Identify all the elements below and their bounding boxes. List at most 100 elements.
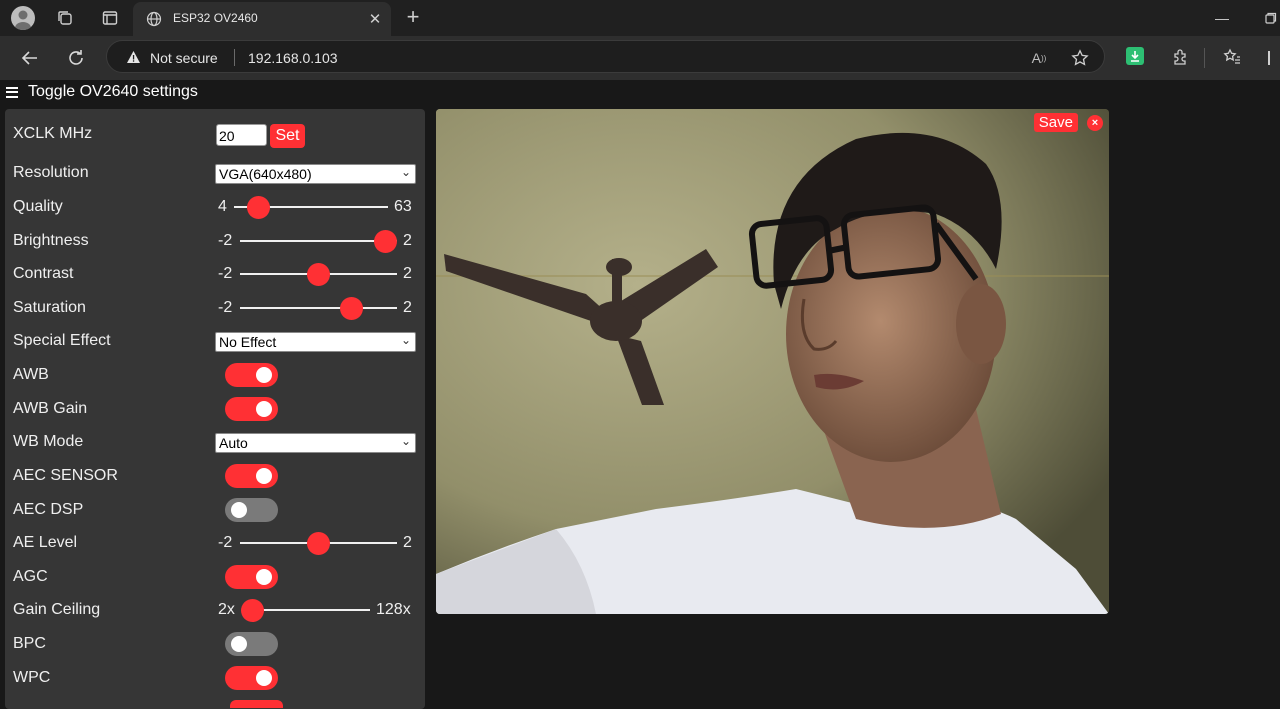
- awb-row: AWB: [5, 360, 425, 390]
- profile-avatar-icon[interactable]: [11, 6, 35, 30]
- wb-mode-row: WB Mode Auto ⌄: [5, 427, 425, 457]
- settings-panel: XCLK MHz 20 Set Resolution VGA(640x480) …: [5, 109, 425, 709]
- new-tab-icon[interactable]: +: [402, 4, 424, 29]
- gain-ceiling-min: 2x: [218, 601, 235, 618]
- read-aloud-icon[interactable]: A)): [1029, 48, 1049, 68]
- special-effect-label: Special Effect: [13, 332, 111, 349]
- url-text[interactable]: 192.168.0.103: [248, 50, 338, 66]
- active-tab[interactable]: ESP32 OV2460 ✕: [133, 2, 391, 36]
- warning-icon[interactable]: [125, 49, 141, 65]
- aec-dsp-row: AEC DSP: [5, 495, 425, 525]
- brightness-slider-thumb[interactable]: [374, 230, 397, 253]
- save-button[interactable]: Save: [1033, 113, 1078, 132]
- back-arrow-icon[interactable]: [18, 46, 42, 70]
- address-bar-row: Not secure 192.168.0.103 A)): [0, 36, 1280, 80]
- toolbar-divider: [1204, 48, 1205, 68]
- aec-sensor-toggle[interactable]: [225, 464, 278, 488]
- favorite-star-icon[interactable]: [1069, 47, 1091, 69]
- ae-level-label: AE Level: [13, 534, 78, 551]
- vertical-tabs-icon[interactable]: [100, 8, 120, 28]
- wpc-toggle[interactable]: [225, 666, 278, 690]
- toggle-knob: [231, 636, 247, 652]
- bpc-label: BPC: [13, 635, 46, 652]
- download-extension-icon[interactable]: [1126, 47, 1144, 65]
- ae-level-row: AE Level -2 2: [5, 528, 425, 558]
- contrast-slider-thumb[interactable]: [307, 263, 330, 286]
- quality-min: 4: [218, 198, 227, 215]
- settings-menu-toggle[interactable]: Toggle OV2640 settings: [6, 82, 198, 102]
- aec-dsp-toggle[interactable]: [225, 498, 278, 522]
- gain-ceiling-label: Gain Ceiling: [13, 601, 101, 618]
- awb-toggle[interactable]: [225, 363, 278, 387]
- gain-ceiling-track[interactable]: [246, 609, 370, 611]
- browser-tab-bar: ESP32 OV2460 ✕ + —: [0, 0, 1280, 36]
- brightness-max: 2: [403, 232, 412, 249]
- webcam-frame-illustration: [436, 109, 1109, 614]
- gain-ceiling-slider-thumb[interactable]: [241, 599, 264, 622]
- quality-label: Quality: [13, 198, 63, 215]
- close-tab-icon[interactable]: ✕: [367, 11, 383, 28]
- awb-label: AWB: [13, 366, 49, 383]
- resolution-row: Resolution VGA(640x480) ⌄: [5, 158, 425, 188]
- wb-mode-select[interactable]: Auto ⌄: [215, 433, 416, 453]
- xclk-row: XCLK MHz 20 Set: [5, 120, 425, 150]
- omnibox[interactable]: Not secure 192.168.0.103 A)): [106, 40, 1105, 73]
- special-effect-row: Special Effect No Effect ⌄: [5, 326, 425, 356]
- resolution-select[interactable]: VGA(640x480) ⌄: [215, 164, 416, 184]
- gain-ceiling-row: Gain Ceiling 2x 128x: [5, 595, 425, 625]
- toggle-knob: [256, 569, 272, 585]
- camera-web-page: Toggle OV2640 settings XCLK MHz 20 Set R…: [0, 80, 1280, 709]
- toggle-knob: [256, 468, 272, 484]
- chevron-down-icon: ⌄: [400, 333, 411, 347]
- agc-toggle[interactable]: [225, 565, 278, 589]
- saturation-min: -2: [218, 299, 233, 316]
- omnibox-divider: [234, 49, 235, 66]
- saturation-max: 2: [403, 299, 412, 316]
- ae-level-max: 2: [403, 534, 412, 551]
- saturation-track[interactable]: [240, 307, 397, 309]
- restore-icon[interactable]: [1262, 8, 1280, 28]
- toggle-knob: [256, 670, 272, 686]
- saturation-row: Saturation -2 2: [5, 293, 425, 323]
- aec-dsp-label: AEC DSP: [13, 501, 84, 518]
- wpc-label: WPC: [13, 669, 51, 686]
- chevron-down-icon: ⌄: [400, 434, 411, 448]
- wb-mode-selected: Auto: [219, 435, 248, 451]
- awb-gain-toggle[interactable]: [225, 397, 278, 421]
- xclk-set-button[interactable]: Set: [270, 124, 305, 148]
- toggle-knob: [256, 401, 272, 417]
- brightness-min: -2: [218, 232, 233, 249]
- bpc-toggle[interactable]: [225, 632, 278, 656]
- camera-stream-image: Save ×: [436, 109, 1109, 614]
- workspaces-icon[interactable]: [55, 8, 75, 28]
- ae-level-slider-thumb[interactable]: [307, 532, 330, 555]
- close-stream-icon[interactable]: ×: [1087, 115, 1103, 131]
- overflow-edge: [1268, 51, 1270, 65]
- special-effect-select[interactable]: No Effect ⌄: [215, 332, 416, 352]
- xclk-input[interactable]: 20: [216, 124, 267, 146]
- toggle-knob: [231, 502, 247, 518]
- saturation-slider-thumb[interactable]: [340, 297, 363, 320]
- special-effect-selected: No Effect: [219, 334, 277, 350]
- security-status[interactable]: Not secure: [150, 50, 218, 66]
- tab-title: ESP32 OV2460: [173, 11, 258, 25]
- resolution-selected: VGA(640x480): [219, 166, 312, 182]
- extensions-puzzle-icon[interactable]: [1170, 46, 1192, 68]
- aec-sensor-label: AEC SENSOR: [13, 467, 118, 484]
- favorites-list-icon[interactable]: [1221, 46, 1243, 68]
- contrast-row: Contrast -2 2: [5, 259, 425, 289]
- contrast-label: Contrast: [13, 265, 74, 282]
- contrast-max: 2: [403, 265, 412, 282]
- gain-ceiling-max: 128x: [376, 601, 411, 618]
- minimize-icon[interactable]: —: [1212, 8, 1232, 28]
- next-setting-toggle[interactable]: [230, 700, 283, 708]
- reload-icon[interactable]: [64, 46, 88, 70]
- contrast-min: -2: [218, 265, 233, 282]
- menu-toggle-label: Toggle OV2640 settings: [28, 83, 198, 100]
- brightness-label: Brightness: [13, 232, 89, 249]
- quality-slider-thumb[interactable]: [247, 196, 270, 219]
- ae-level-min: -2: [218, 534, 233, 551]
- chevron-down-icon: ⌄: [400, 165, 411, 179]
- saturation-label: Saturation: [13, 299, 86, 316]
- awb-gain-label: AWB Gain: [13, 400, 88, 417]
